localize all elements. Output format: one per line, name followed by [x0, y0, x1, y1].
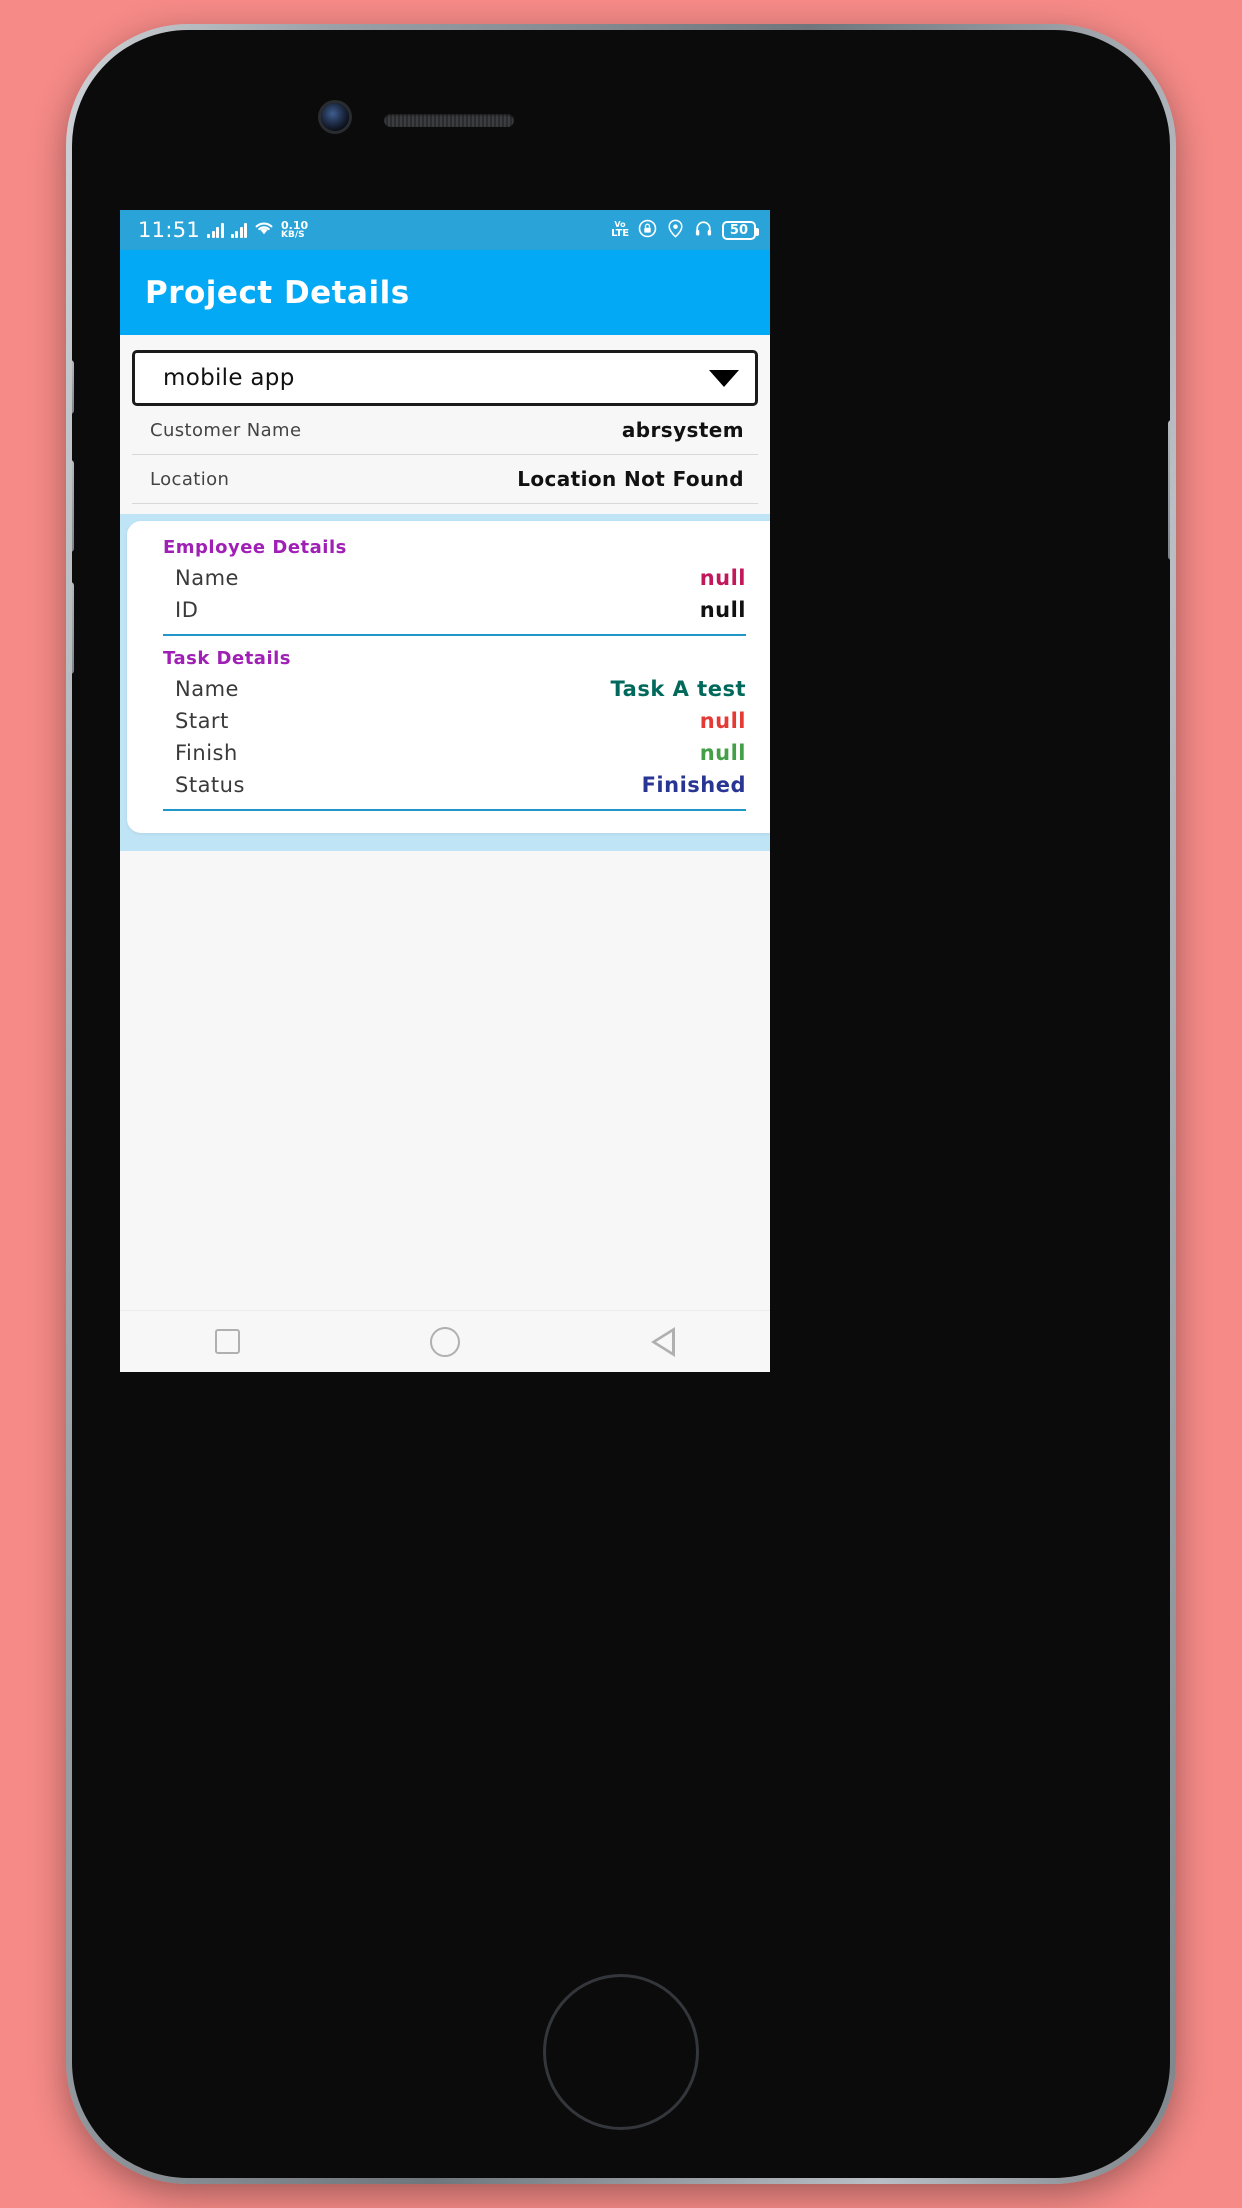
customer-name-value: abrsystem	[621, 418, 744, 442]
employee-name-label: Name	[175, 566, 239, 590]
wifi-icon	[254, 221, 274, 240]
task-finish-value: null	[699, 741, 746, 765]
android-navigation-bar	[120, 1310, 770, 1372]
task-status-row: Status Finished	[127, 769, 770, 801]
task-name-row: Name Task A test	[127, 673, 770, 705]
details-card: Employee Details Name null ID null Task …	[127, 521, 770, 833]
volte-bottom-label: LTE	[611, 228, 629, 239]
volume-up-button[interactable]	[72, 460, 74, 552]
task-start-row: Start null	[127, 705, 770, 737]
employee-name-value: null	[699, 566, 746, 590]
battery-level-label: 50	[729, 222, 748, 238]
employee-details-heading: Employee Details	[163, 537, 347, 558]
section-divider-employee	[163, 634, 746, 636]
page-title: Project Details	[145, 274, 410, 311]
location-value: Location Not Found	[517, 467, 744, 491]
task-status-value: Finished	[641, 773, 746, 797]
triangle-back-icon[interactable]	[650, 1326, 675, 1357]
status-time: 11:51	[138, 218, 201, 242]
task-start-value: null	[699, 709, 746, 733]
location-icon	[666, 219, 685, 242]
info-row-location: Location Location Not Found	[132, 455, 758, 504]
status-bar-left: 11:51 0.10 KB/S	[138, 218, 308, 242]
project-dropdown-value: mobile app	[163, 365, 295, 391]
app-bar: Project Details	[120, 250, 770, 335]
signal-bars-icon-sim1	[207, 222, 224, 238]
network-speed-indicator: 0.10 KB/S	[281, 220, 308, 240]
volte-icon: Vo LTE	[611, 221, 629, 239]
square-recents-icon[interactable]	[215, 1329, 241, 1354]
task-details-heading: Task Details	[163, 648, 292, 669]
battery-icon: 50	[721, 220, 760, 240]
task-finish-row: Finish null	[127, 737, 770, 769]
rotation-lock-icon	[638, 219, 657, 242]
employee-id-label: ID	[175, 598, 199, 622]
task-start-label: Start	[175, 709, 229, 733]
status-bar-right: Vo LTE 50	[611, 219, 760, 242]
task-finish-label: Finish	[175, 741, 238, 765]
main-content: mobile app Customer Name abrsystem Locat…	[120, 335, 770, 1310]
earpiece-speaker	[384, 114, 514, 127]
employee-name-row: Name null	[127, 562, 770, 594]
chevron-down-icon	[709, 369, 739, 387]
details-card-band: Employee Details Name null ID null Task …	[120, 514, 770, 851]
circle-home-icon[interactable]	[430, 1326, 461, 1357]
customer-name-label: Customer Name	[150, 419, 302, 441]
network-speed-unit: KB/S	[281, 230, 305, 240]
signal-bars-icon-sim2	[230, 222, 248, 238]
status-bar: 11:51 0.10 KB/S Vo LTE 50	[120, 210, 770, 250]
phone-bezel: 11:51 0.10 KB/S Vo LTE 50 Project Detail…	[72, 30, 1170, 2178]
task-name-label: Name	[175, 677, 239, 701]
headphones-icon	[694, 219, 713, 242]
section-divider-task	[163, 809, 746, 811]
info-row-customer-name: Customer Name abrsystem	[132, 406, 758, 455]
employee-id-row: ID null	[127, 594, 770, 626]
mute-switch[interactable]	[72, 360, 74, 414]
location-label: Location	[150, 468, 230, 490]
phone-screen: 11:51 0.10 KB/S Vo LTE 50 Project Detail…	[120, 210, 770, 1372]
volume-down-button[interactable]	[72, 582, 74, 674]
task-status-label: Status	[175, 773, 245, 797]
phone-device-frame: 11:51 0.10 KB/S Vo LTE 50 Project Detail…	[66, 24, 1176, 2184]
employee-id-value: null	[699, 598, 746, 622]
front-camera-icon	[321, 103, 349, 131]
project-spinner-wrapper: mobile app	[120, 335, 770, 406]
project-dropdown[interactable]: mobile app	[132, 350, 758, 406]
power-button[interactable]	[1168, 420, 1170, 560]
hardware-home-button[interactable]	[543, 1974, 699, 2130]
task-name-value: Task A test	[610, 677, 746, 701]
